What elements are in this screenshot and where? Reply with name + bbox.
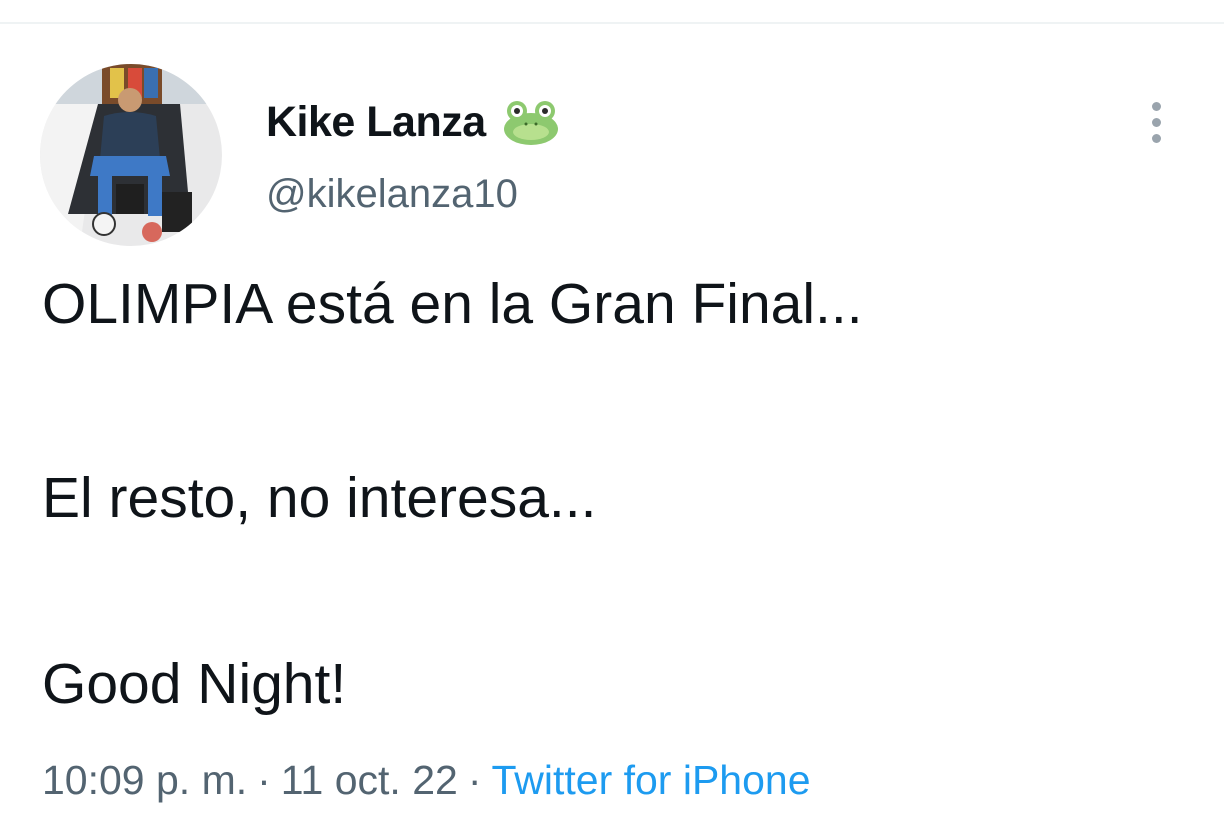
tweet-source-link[interactable]: Twitter for iPhone <box>491 757 810 804</box>
tweet-time[interactable]: 10:09 p. m. <box>42 757 247 804</box>
more-options-button[interactable] <box>1138 92 1174 152</box>
more-vertical-icon-dot <box>1151 133 1161 143</box>
more-vertical-icon <box>1151 101 1161 111</box>
tweet-text-line: Good Night! <box>42 652 347 716</box>
author-handle[interactable]: @kikelanza10 <box>266 172 518 217</box>
meta-separator: · <box>257 757 271 803</box>
avatar[interactable] <box>40 64 222 246</box>
more-vertical-icon-dot <box>1151 117 1161 127</box>
tweet-metadata: 10:09 p. m. · 11 oct. 22 · Twitter for i… <box>42 757 811 804</box>
tweet-text-line: El resto, no interesa... <box>42 466 597 530</box>
author-display-name[interactable]: Kike Lanza <box>266 98 486 147</box>
meta-separator: · <box>467 757 482 803</box>
frog-face-icon <box>502 98 560 146</box>
tweet-text-line: OLIMPIA está en la Gran Final... <box>42 272 863 336</box>
top-divider <box>0 22 1224 24</box>
tweet-date[interactable]: 11 oct. 22 <box>281 757 458 804</box>
author-name-row: Kike Lanza <box>266 94 560 150</box>
